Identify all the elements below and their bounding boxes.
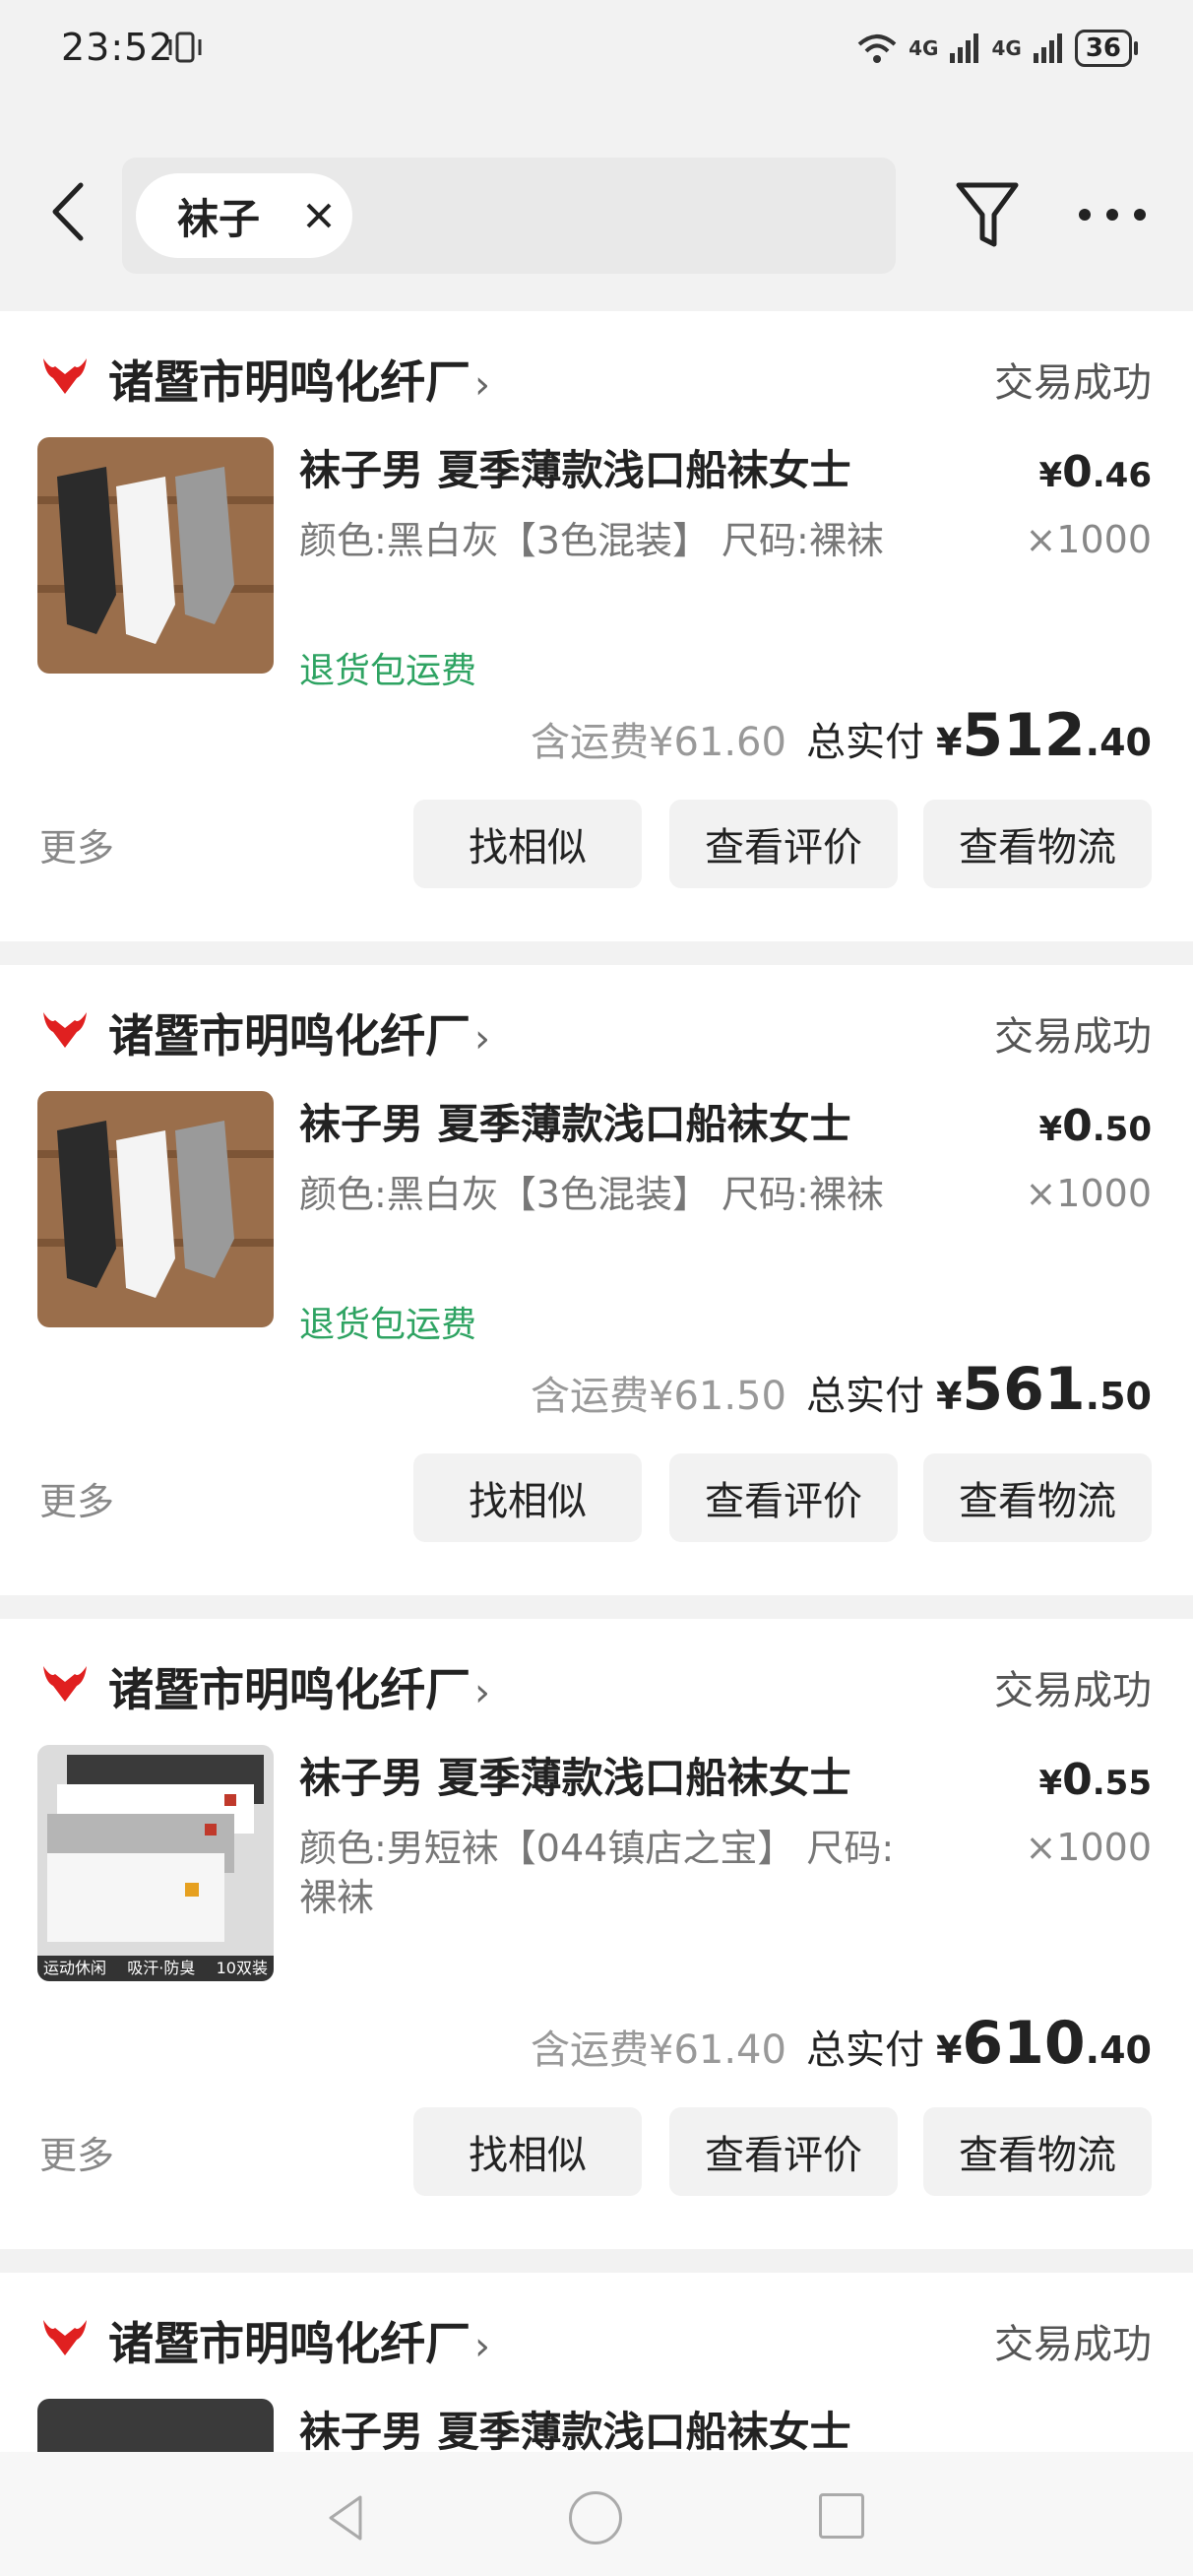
chevron-right-icon: › bbox=[474, 1016, 490, 1062]
product-spec: 颜色:黑白灰【3色混装】 尺码:裸袜 bbox=[299, 519, 884, 562]
total-paid-amount: 561 bbox=[962, 1355, 1086, 1424]
more-link[interactable]: 更多 bbox=[39, 2125, 114, 2179]
order-status: 交易成功 bbox=[994, 2322, 1152, 2367]
shipping-fee: 含运费¥61.60 bbox=[531, 720, 786, 765]
order-summary: 含运费¥61.50 总实付 ¥561.50 bbox=[531, 1355, 1152, 1424]
nav-recent-icon[interactable] bbox=[819, 2493, 864, 2539]
caption-item: 吸汗·防臭 bbox=[127, 1959, 196, 1977]
product-image[interactable] bbox=[37, 2399, 274, 2452]
order-card: 诸暨市明鸣化纤厂 › 交易成功 袜子男 夏季薄款浅口船袜女士 颜色:黑白灰【3色混… bbox=[0, 965, 1193, 1595]
vibrate-icon bbox=[168, 32, 202, 63]
shop-name: 诸暨市明鸣化纤厂 › bbox=[108, 2317, 490, 2370]
search-chip[interactable]: 袜子 bbox=[136, 173, 352, 258]
system-nav-bar bbox=[0, 2452, 1193, 2576]
close-icon[interactable] bbox=[303, 200, 335, 231]
chevron-right-icon: › bbox=[474, 1670, 490, 1715]
order-summary: 含运费¥61.40 总实付 ¥610.40 bbox=[531, 2009, 1152, 2078]
order-card: 诸暨市明鸣化纤厂 › 交易成功 运动休闲 吸汗·防臭 10双装 袜子男 夏季薄款浅… bbox=[0, 1619, 1193, 2249]
shop-logo-icon bbox=[43, 1012, 87, 1048]
find-similar-button[interactable]: 找相似 bbox=[413, 1453, 642, 1542]
return-shipping-tag: 退货包运费 bbox=[299, 1305, 477, 1345]
shop-row[interactable]: 诸暨市明鸣化纤厂 › 交易成功 bbox=[0, 2273, 1193, 2401]
chevron-right-icon: › bbox=[474, 2324, 490, 2369]
status-bar: 23:52 4G 4G 36 bbox=[0, 0, 1193, 98]
view-reviews-button[interactable]: 查看评价 bbox=[669, 1453, 898, 1542]
shop-row[interactable]: 诸暨市明鸣化纤厂 › 交易成功 bbox=[0, 965, 1193, 1093]
signal-icon-2 bbox=[1033, 33, 1062, 63]
nav-home-icon[interactable] bbox=[569, 2491, 622, 2544]
quantity: ×1000 bbox=[1025, 1826, 1152, 1869]
wifi-icon bbox=[857, 34, 897, 63]
product-title[interactable]: 袜子男 夏季薄款浅口船袜女士 bbox=[299, 437, 910, 497]
order-actions: 更多 找相似 查看评价 查看物流 bbox=[0, 2107, 1193, 2198]
unit-price: ¥0.55 bbox=[1038, 1755, 1152, 1805]
caption-item: 10双装 bbox=[216, 1959, 268, 1977]
product-image[interactable] bbox=[37, 437, 274, 674]
more-options-icon[interactable] bbox=[1075, 202, 1150, 227]
order-status: 交易成功 bbox=[994, 1014, 1152, 1060]
chevron-right-icon: › bbox=[474, 362, 490, 408]
signal-icon bbox=[950, 33, 979, 63]
more-link[interactable]: 更多 bbox=[39, 1471, 114, 1525]
filter-icon[interactable] bbox=[955, 179, 1020, 252]
shop-name: 诸暨市明鸣化纤厂 › bbox=[108, 1663, 490, 1716]
shop-name: 诸暨市明鸣化纤厂 › bbox=[108, 1009, 490, 1063]
product-title[interactable]: 袜子男 夏季薄款浅口船袜女士 bbox=[299, 1091, 910, 1151]
order-actions: 更多 找相似 查看评价 查看物流 bbox=[0, 1453, 1193, 1544]
shop-name: 诸暨市明鸣化纤厂 › bbox=[108, 355, 490, 409]
view-logistics-button[interactable]: 查看物流 bbox=[923, 2107, 1152, 2196]
network-label-2: 4G bbox=[991, 36, 1022, 60]
product-title[interactable]: 袜子男 夏季薄款浅口船袜女士 bbox=[299, 2399, 910, 2452]
shipping-fee: 含运费¥61.50 bbox=[531, 1374, 786, 1419]
search-chip-label: 袜子 bbox=[177, 194, 261, 243]
back-icon[interactable] bbox=[39, 177, 98, 246]
shop-logo-icon bbox=[43, 2320, 87, 2355]
shop-logo-icon bbox=[43, 1666, 87, 1702]
total-paid-label: 总实付 bbox=[805, 2028, 924, 2073]
total-paid-amount: 610 bbox=[962, 2009, 1086, 2078]
total-paid-amount: 512 bbox=[962, 701, 1086, 770]
product-image-caption: 运动休闲 吸汗·防臭 10双装 bbox=[37, 1956, 274, 1981]
find-similar-button[interactable]: 找相似 bbox=[413, 800, 642, 888]
caption-item: 运动休闲 bbox=[43, 1959, 107, 1977]
view-logistics-button[interactable]: 查看物流 bbox=[923, 1453, 1152, 1542]
return-shipping-tag: 退货包运费 bbox=[299, 651, 477, 691]
order-actions: 更多 找相似 查看评价 查看物流 bbox=[0, 800, 1193, 890]
product-image[interactable]: 运动休闲 吸汗·防臭 10双装 bbox=[37, 1745, 274, 1981]
quantity: ×1000 bbox=[1025, 1172, 1152, 1215]
search-input[interactable]: 袜子 bbox=[122, 158, 896, 274]
order-card: 诸暨市明鸣化纤厂 › 交易成功 袜子男 夏季薄款浅口船袜女士 颜色:黑白灰【3色混… bbox=[0, 311, 1193, 941]
find-similar-button[interactable]: 找相似 bbox=[413, 2107, 642, 2196]
view-logistics-button[interactable]: 查看物流 bbox=[923, 800, 1152, 888]
unit-price: ¥0.46 bbox=[1038, 447, 1152, 497]
order-status: 交易成功 bbox=[994, 1668, 1152, 1713]
shop-logo-icon bbox=[43, 358, 87, 394]
shop-row[interactable]: 诸暨市明鸣化纤厂 › 交易成功 bbox=[0, 1619, 1193, 1747]
battery-indicator: 36 bbox=[1074, 30, 1139, 67]
total-paid-label: 总实付 bbox=[805, 1374, 924, 1419]
order-card: 诸暨市明鸣化纤厂 › 交易成功 袜子男 夏季薄款浅口船袜女士 bbox=[0, 2273, 1193, 2452]
product-spec: 颜色:黑白灰【3色混装】 尺码:裸袜 bbox=[299, 1173, 884, 1216]
view-reviews-button[interactable]: 查看评价 bbox=[669, 800, 898, 888]
unit-price: ¥0.50 bbox=[1038, 1101, 1152, 1151]
status-time: 23:52 bbox=[61, 26, 174, 69]
shipping-fee: 含运费¥61.40 bbox=[531, 2028, 786, 2073]
product-image[interactable] bbox=[37, 1091, 274, 1327]
nav-back-icon[interactable] bbox=[325, 2493, 366, 2543]
product-title[interactable]: 袜子男 夏季薄款浅口船袜女士 bbox=[299, 1745, 910, 1805]
total-paid-label: 总实付 bbox=[805, 720, 924, 765]
quantity: ×1000 bbox=[1025, 518, 1152, 561]
product-spec: 颜色:男短袜【044镇店之宝】 尺码:裸袜 bbox=[299, 1827, 895, 1919]
network-label: 4G bbox=[909, 36, 939, 60]
view-reviews-button[interactable]: 查看评价 bbox=[669, 2107, 898, 2196]
more-link[interactable]: 更多 bbox=[39, 817, 114, 871]
order-status: 交易成功 bbox=[994, 360, 1152, 406]
shop-row[interactable]: 诸暨市明鸣化纤厂 › 交易成功 bbox=[0, 311, 1193, 439]
order-summary: 含运费¥61.60 总实付 ¥512.40 bbox=[531, 701, 1152, 770]
product-image-art bbox=[37, 1745, 274, 1981]
